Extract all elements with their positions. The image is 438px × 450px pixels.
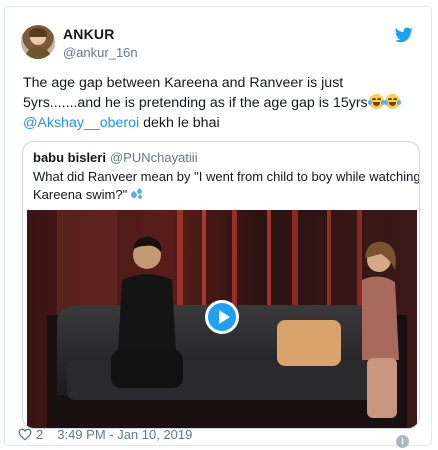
twitter-bird-icon[interactable] xyxy=(395,27,413,43)
quoted-author-name[interactable]: babu bisleri xyxy=(33,150,106,165)
tweet-line-3: @Akshay__oberoi dekh le bhai xyxy=(23,113,423,133)
tweet-line-1: The age gap between Kareena and Ranveer … xyxy=(23,75,344,91)
heart-icon[interactable] xyxy=(18,428,32,441)
avatar-body xyxy=(25,47,51,59)
info-icon[interactable]: i xyxy=(396,435,409,448)
tweet-line-2-text: 5yrs.......and he is pretending as if th… xyxy=(23,95,368,111)
quoted-author: babu bisleri @PUNchayatiii xyxy=(33,150,198,165)
quoted-text: What did Ranveer mean by "I went from ch… xyxy=(33,168,420,204)
timestamp[interactable]: 3:49 PM - Jan 10, 2019 xyxy=(57,427,192,442)
face-with-tears-of-joy-icon xyxy=(367,94,385,109)
face-with-tears-of-joy-icon xyxy=(383,94,401,109)
quoted-author-handle[interactable]: @PUNchayatiii xyxy=(110,150,198,165)
tweet-footer: 2 3:49 PM - Jan 10, 2019 xyxy=(18,427,192,442)
avatar[interactable] xyxy=(21,25,55,59)
play-button[interactable] xyxy=(205,300,239,334)
mention-link[interactable]: @Akshay__oberoi xyxy=(23,115,139,131)
like-count[interactable]: 2 xyxy=(36,427,43,442)
author-name[interactable]: ANKUR xyxy=(63,26,115,42)
quoted-line-2: Kareena swim?" xyxy=(33,187,128,202)
quoted-tweet[interactable]: babu bisleri @PUNchayatiii What did Ranve… xyxy=(22,141,420,429)
quoted-line-2-wrap: Kareena swim?" xyxy=(33,186,413,204)
video-player[interactable] xyxy=(27,210,417,428)
tweet-text: The age gap between Kareena and Ranveer … xyxy=(23,73,423,133)
tweet-line-2: 5yrs.......and he is pretending as if th… xyxy=(23,93,423,113)
sweat-droplets-icon xyxy=(129,187,144,200)
tweet-card: ANKUR @ankur_16n The age gap between Kar… xyxy=(4,6,432,448)
avatar-cap xyxy=(29,28,47,37)
quoted-line-1: What did Ranveer mean by "I went from ch… xyxy=(33,169,420,184)
author-handle[interactable]: @ankur_16n xyxy=(63,45,138,60)
tweet-line-3-text: dekh le bhai xyxy=(139,115,220,131)
